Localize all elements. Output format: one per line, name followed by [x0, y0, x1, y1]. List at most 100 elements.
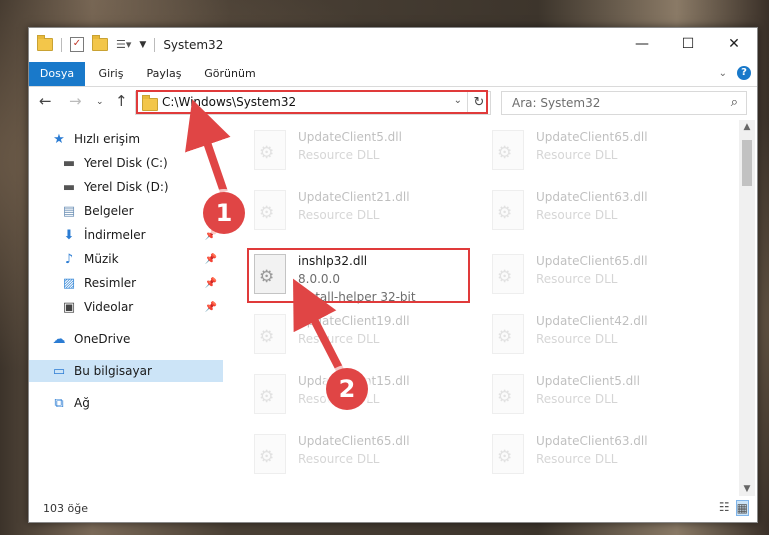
sidebar-item-label: Hızlı erişim [74, 132, 141, 146]
sidebar-item-disk-d[interactable]: ▬ Yerel Disk (D:) [29, 176, 223, 198]
quick-access-toolbar: ✓ ☰▾ ▼ System32 [37, 35, 224, 52]
minimize-button[interactable]: — [619, 28, 665, 60]
sidebar-item-downloads[interactable]: ⬇ İndirmeler 📌 [29, 224, 223, 246]
file-desc: Resource DLL [298, 332, 380, 346]
title-bar: ✓ ☰▾ ▼ System32 — ☐ ✕ [29, 28, 757, 62]
sidebar-item-label: Videolar [84, 300, 134, 314]
up-arrow-icon[interactable]: ↑ [115, 92, 128, 110]
file-desc: Resource DLL [536, 452, 618, 466]
sidebar-item-disk-c[interactable]: ▬ Yerel Disk (C:) [29, 152, 223, 174]
forward-arrow-icon[interactable]: → [69, 92, 82, 110]
address-row: ← → ⌄ ↑ C:\Windows\System32 ⌄ ↻ Ara: Sys… [29, 86, 757, 118]
dll-file-icon [492, 314, 524, 354]
file-item[interactable]: UpdateClient5.dll Resource DLL [486, 370, 716, 430]
file-item[interactable]: UpdateClient19.dll Resource DLL [248, 310, 478, 370]
pin-icon[interactable]: 📌 [205, 254, 217, 265]
sidebar-item-label: Belgeler [84, 204, 134, 218]
file-desc: Resource DLL [536, 208, 618, 222]
scroll-up-icon[interactable]: ▲ [739, 122, 755, 132]
tab-gorunum[interactable]: Görünüm [197, 62, 263, 86]
close-button[interactable]: ✕ [711, 28, 757, 60]
folder-icon [37, 35, 53, 51]
dll-file-icon [254, 314, 286, 354]
chevron-down-icon[interactable]: ⌄ [454, 95, 462, 106]
file-item[interactable]: UpdateClient65.dll Resource DLL [486, 126, 716, 186]
pin-icon[interactable]: 📌 [205, 278, 217, 289]
dll-file-icon [492, 190, 524, 230]
step-badge-1: 1 [203, 192, 245, 234]
tab-dosya[interactable]: Dosya [29, 62, 85, 86]
search-input[interactable]: Ara: System32 ⌕ [501, 91, 747, 115]
help-icon[interactable]: ? [737, 66, 751, 80]
scrollbar-thumb[interactable] [742, 140, 752, 186]
sidebar-item-documents[interactable]: ▤ Belgeler [29, 200, 223, 222]
dll-file-icon [492, 254, 524, 294]
address-bar[interactable]: C:\Windows\System32 ⌄ [135, 91, 491, 115]
file-item[interactable]: UpdateClient65.dll Resource DLL [248, 430, 478, 490]
tiles-view-icon[interactable]: ▦ [735, 500, 749, 516]
details-view-icon[interactable]: ☷ [719, 500, 730, 516]
network-icon: ⧉ [54, 395, 64, 411]
dropdown-arrow-icon[interactable]: ▼ [139, 40, 146, 50]
cloud-icon: ☁ [52, 331, 66, 347]
customize-toolbar-icon[interactable]: ☰▾ [116, 38, 131, 51]
file-desc: Resource DLL [298, 208, 380, 222]
scroll-down-icon[interactable]: ▼ [739, 484, 755, 494]
sidebar-item-music[interactable]: ♪ Müzik 📌 [29, 248, 223, 270]
computer-icon: ▭ [52, 363, 66, 379]
sidebar-item-label: Bu bilgisayar [74, 364, 152, 378]
dll-file-icon [254, 130, 286, 170]
address-path[interactable]: C:\Windows\System32 [162, 95, 296, 109]
dll-file-icon [492, 374, 524, 414]
dll-file-icon [492, 130, 524, 170]
file-desc: Resource DLL [298, 452, 380, 466]
file-name: UpdateClient63.dll [536, 434, 648, 448]
sidebar-item-videos[interactable]: ▣ Videolar 📌 [29, 296, 223, 318]
file-desc: Resource DLL [298, 148, 380, 162]
download-icon: ⬇ [63, 227, 75, 243]
sidebar-item-onedrive[interactable]: ☁ OneDrive [29, 328, 223, 350]
window-title: System32 [163, 37, 224, 52]
divider [61, 37, 62, 52]
file-item[interactable]: UpdateClient5.dll Resource DLL [248, 126, 478, 186]
file-item[interactable]: UpdateClient63.dll Resource DLL [486, 186, 716, 246]
back-arrow-icon[interactable]: ← [39, 92, 52, 110]
status-bar: 103 öğe ☷ ▦ [29, 496, 757, 522]
folder-icon [142, 95, 158, 111]
sidebar-item-network[interactable]: ⧉ Ağ [29, 392, 223, 414]
sidebar-item-label: Müzik [84, 252, 119, 266]
file-name: UpdateClient21.dll [298, 190, 410, 204]
file-item[interactable]: UpdateClient42.dll Resource DLL [486, 310, 716, 370]
vertical-scrollbar[interactable]: ▲ ▼ [739, 120, 755, 496]
sidebar-item-pictures[interactable]: ▨ Resimler 📌 [29, 272, 223, 294]
file-item[interactable]: UpdateClient63.dll Resource DLL [486, 430, 716, 490]
search-placeholder: Ara: System32 [512, 96, 601, 110]
divider [154, 37, 156, 52]
tab-paylas[interactable]: Paylaş [137, 62, 191, 86]
file-name: UpdateClient42.dll [536, 314, 648, 328]
pin-icon[interactable]: 📌 [205, 302, 217, 313]
sidebar-item-label: Ağ [74, 396, 90, 410]
sidebar-item-label: İndirmeler [84, 228, 146, 242]
sidebar-item-quick-access[interactable]: ★ Hızlı erişim [29, 128, 223, 150]
maximize-button[interactable]: ☐ [665, 28, 711, 60]
refresh-button[interactable]: ↻ [467, 91, 491, 115]
file-item[interactable]: UpdateClient21.dll Resource DLL [248, 186, 478, 246]
video-icon: ▣ [62, 299, 76, 315]
new-folder-icon[interactable] [92, 35, 108, 51]
sidebar-item-label: Yerel Disk (D:) [84, 180, 169, 194]
recent-locations-icon[interactable]: ⌄ [96, 97, 104, 107]
search-icon[interactable]: ⌕ [731, 95, 738, 110]
expand-ribbon-icon[interactable]: ⌄ [719, 68, 727, 79]
dll-file-icon [492, 434, 524, 474]
explorer-window: ✓ ☰▾ ▼ System32 — ☐ ✕ Dosya Giriş Paylaş… [28, 27, 758, 523]
tab-giris[interactable]: Giriş [89, 62, 133, 86]
item-count: 103 öğe [43, 502, 88, 515]
sidebar-item-this-pc[interactable]: ▭ Bu bilgisayar [29, 360, 223, 382]
star-icon: ★ [53, 131, 65, 147]
properties-icon[interactable]: ✓ [70, 37, 84, 52]
file-highlight-box [247, 248, 470, 303]
file-name: UpdateClient63.dll [536, 190, 648, 204]
file-item[interactable]: UpdateClient65.dll Resource DLL [486, 250, 716, 310]
pictures-icon: ▨ [62, 275, 76, 291]
